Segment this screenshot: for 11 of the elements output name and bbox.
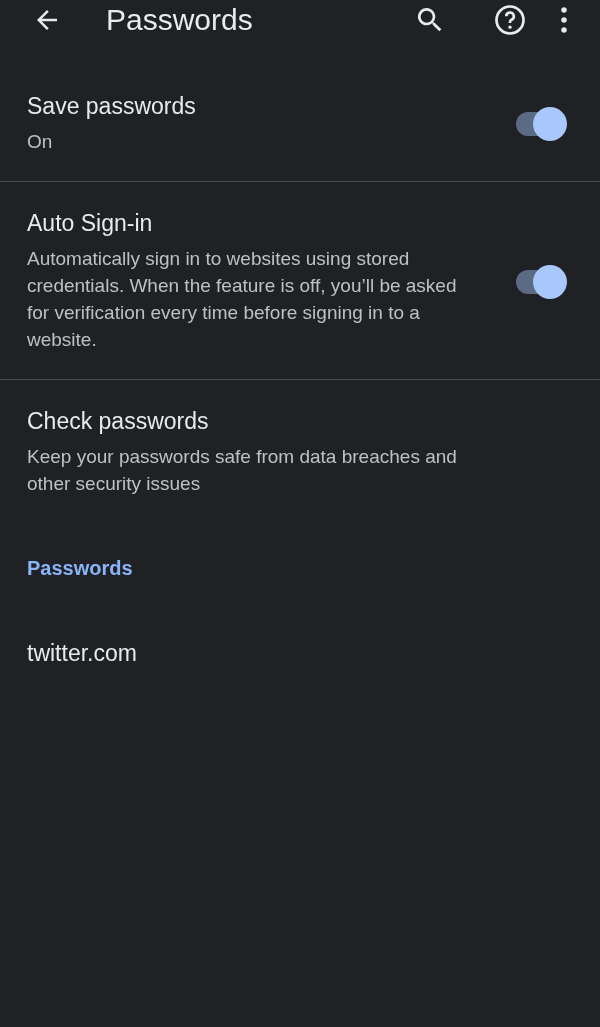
password-entry[interactable]: twitter.com bbox=[0, 580, 164, 667]
setting-summary: On bbox=[27, 130, 54, 154]
setting-summary: Keep your passwords safe from data breaches and other security issues bbox=[27, 445, 458, 496]
section-header: Passwords bbox=[26, 556, 134, 580]
setting-summary: Automatically sign in to websites using stored credentials. When the feature is off, you’ll be asked for verification every time before signing in to a website. bbox=[27, 247, 458, 352]
page-title: Passwords bbox=[106, 3, 254, 37]
setting-title[interactable]: Save passwords bbox=[27, 93, 502, 120]
setting-title[interactable]: Auto Sign-in bbox=[27, 210, 502, 237]
setting-title[interactable]: Check passwords bbox=[27, 408, 568, 435]
menu-icon[interactable] bbox=[560, 5, 568, 35]
help-icon[interactable] bbox=[492, 2, 528, 38]
